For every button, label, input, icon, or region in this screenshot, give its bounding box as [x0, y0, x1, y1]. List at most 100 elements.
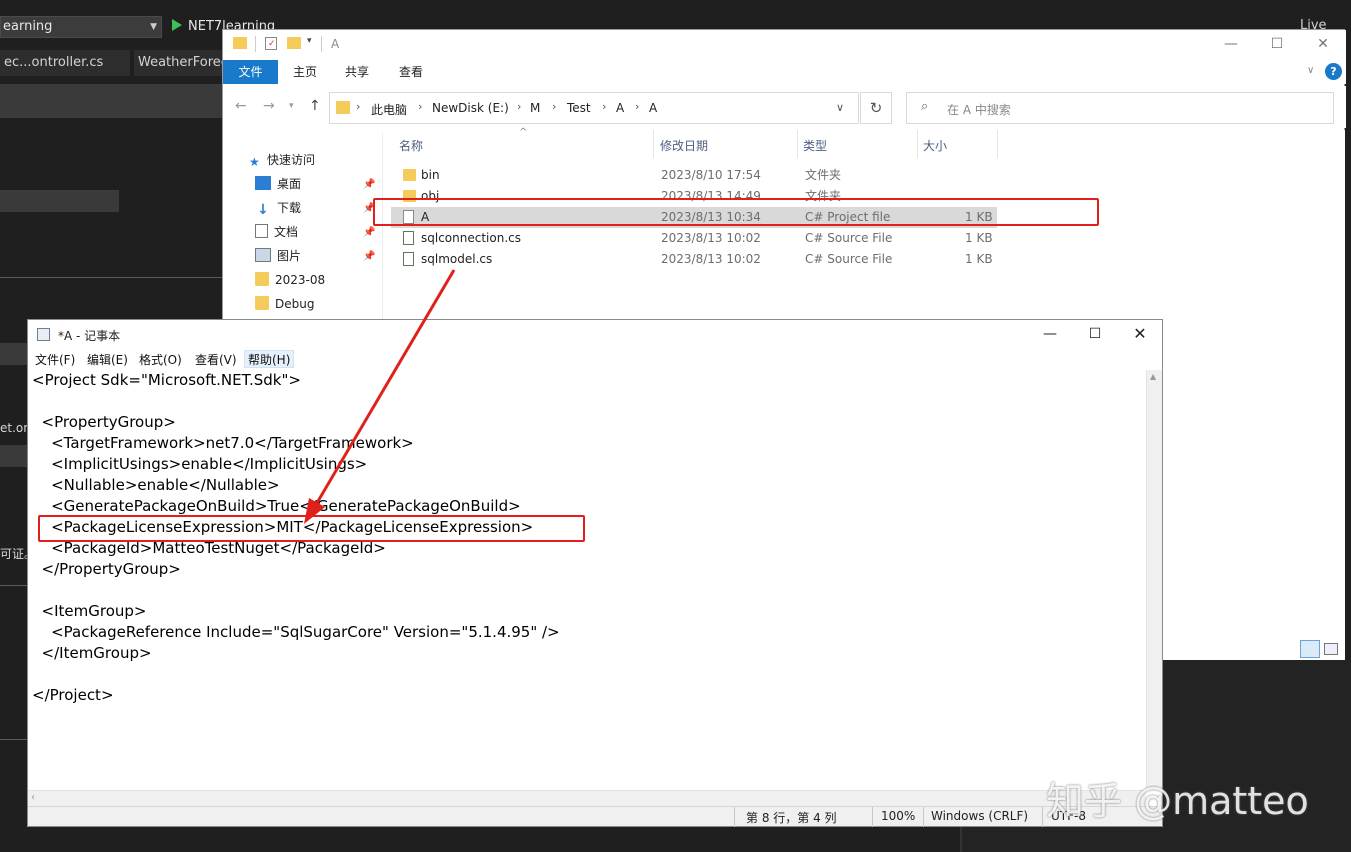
star-icon: ★ — [249, 155, 260, 169]
minimize-button[interactable]: — — [1027, 320, 1073, 350]
text-editor[interactable]: <Project Sdk="Microsoft.NET.Sdk"> <Prope… — [28, 370, 1146, 790]
pin-icon[interactable]: 📌 — [363, 251, 375, 262]
menu-edit[interactable]: 编辑(E) — [84, 351, 131, 369]
file-row-sqlmodel[interactable]: sqlmodel.cs 2023/8/13 10:02 C# Source Fi… — [391, 249, 997, 270]
tab-home[interactable]: 主页 — [283, 60, 327, 84]
scroll-up-icon[interactable]: ▲ — [1150, 372, 1156, 381]
tab-view[interactable]: 查看 — [389, 60, 433, 84]
menu-file[interactable]: 文件(F) — [32, 351, 78, 369]
chevron-down-icon[interactable]: ▾ — [307, 36, 312, 46]
search-input[interactable]: ⌕ 在 A 中搜索 — [906, 92, 1334, 124]
sidebar-item-documents[interactable]: 文档 — [255, 221, 298, 243]
tab-share[interactable]: 共享 — [335, 60, 379, 84]
column-header-size[interactable]: 大小 — [923, 136, 947, 156]
folder-icon — [255, 272, 269, 286]
close-button[interactable]: ✕ — [1300, 30, 1346, 60]
up-arrow-icon[interactable]: ↑ — [309, 98, 321, 114]
pin-icon[interactable]: 📌 — [363, 179, 375, 190]
breadcrumb-a[interactable]: A — [616, 101, 624, 115]
chevron-down-icon[interactable]: ▾ — [289, 101, 294, 111]
column-header-date[interactable]: 修改日期 — [660, 136, 708, 156]
refresh-button[interactable]: ↻ — [860, 92, 892, 124]
menu-format[interactable]: 格式(O) — [136, 351, 185, 369]
new-folder-icon[interactable] — [287, 37, 301, 49]
breadcrumb-newdisk[interactable]: NewDisk (E:) — [432, 101, 509, 115]
tab-controller[interactable]: ec...ontroller.cs — [0, 50, 130, 76]
column-separator[interactable] — [917, 130, 918, 158]
editor-line: <GeneratePackageOnBuild>True</GeneratePa… — [32, 497, 521, 515]
maximize-button[interactable]: ☐ — [1254, 30, 1300, 60]
properties-icon[interactable]: ✓ — [265, 37, 277, 50]
explorer-nav-bar: ← → ▾ ↑ › 此电脑 › NewDisk (E:) › M › Test … — [223, 86, 1346, 128]
sidebar-item-debug[interactable]: Debug — [255, 293, 314, 315]
sidebar-item-desktop[interactable]: 桌面 — [255, 173, 301, 195]
column-header-type[interactable]: 类型 — [803, 136, 827, 156]
sidebar-item-label: 文档 — [274, 225, 299, 239]
divider — [923, 807, 924, 827]
file-size: 1 KB — [965, 231, 993, 245]
cursor-position: 第 8 行，第 4 列 — [746, 811, 837, 825]
sidebar-item-pictures[interactable]: 图片 — [255, 245, 301, 267]
sidebar-item-label: 2023-08 — [275, 273, 326, 287]
watermark: 知乎 @matteo — [1046, 779, 1309, 823]
sidebar-item-label: 快速访问 — [267, 153, 316, 167]
pin-icon[interactable]: 📌 — [363, 227, 375, 238]
highlight-box-csproj — [373, 198, 1099, 226]
chevron-down-icon[interactable]: ∨ — [1307, 65, 1314, 76]
view-toggle — [1300, 640, 1346, 660]
tab-weatherforecast[interactable]: WeatherForec — [134, 50, 222, 76]
editor-line: <Project Sdk="Microsoft.NET.Sdk"> — [32, 371, 301, 389]
sidebar-item-quick-access[interactable]: ★ 快速访问 — [249, 149, 315, 171]
file-row-bin[interactable]: bin 2023/8/10 17:54 文件夹 — [391, 165, 997, 186]
file-row-sqlconnection[interactable]: sqlconnection.cs 2023/8/13 10:02 C# Sour… — [391, 228, 997, 249]
maximize-button[interactable]: ☐ — [1072, 320, 1118, 350]
file-type: C# Source File — [805, 252, 893, 266]
editor-line: <PropertyGroup> — [32, 413, 176, 431]
column-header-name[interactable]: 名称 — [399, 136, 423, 156]
chevron-down-icon[interactable]: ∨ — [836, 101, 844, 114]
editor-line: </ItemGroup> — [32, 644, 152, 662]
menu-help[interactable]: 帮助(H) — [244, 350, 295, 368]
help-icon[interactable]: ? — [1325, 63, 1342, 80]
notepad-icon — [37, 328, 50, 341]
chevron-right-icon: › — [418, 100, 423, 113]
search-icon: ⌕ — [921, 99, 929, 114]
column-separator[interactable] — [797, 130, 798, 158]
divider — [0, 277, 222, 278]
forward-arrow-icon[interactable]: → — [263, 98, 275, 114]
back-arrow-icon[interactable]: ← — [235, 98, 247, 114]
divider — [872, 807, 873, 827]
horizontal-scrollbar[interactable]: ‹ — [28, 790, 1146, 806]
vs-editor-tabs: ec...ontroller.cs WeatherForec — [0, 50, 222, 76]
document-icon — [255, 224, 268, 238]
highlight-box-license — [38, 515, 585, 542]
notepad-title-bar: *A - 记事本 — ☐ ✕ — [28, 320, 1162, 350]
divider — [321, 36, 322, 52]
large-icons-view-icon[interactable] — [1324, 643, 1338, 655]
notepad-menu-bar: 文件(F) 编辑(E) 格式(O) 查看(V) 帮助(H) — [28, 350, 1162, 370]
breadcrumb-a-current[interactable]: A — [649, 101, 657, 115]
details-view-icon[interactable] — [1300, 640, 1320, 658]
column-separator[interactable] — [997, 130, 998, 158]
vertical-scrollbar[interactable]: ▲ — [1146, 370, 1162, 790]
status-bar: 第 8 行，第 4 列 100% Windows (CRLF) UTF-8 — [28, 806, 1162, 827]
breadcrumb-m[interactable]: M — [530, 101, 540, 115]
sidebar-item-downloads[interactable]: ↓ 下载 — [255, 197, 301, 219]
breadcrumb-test[interactable]: Test — [567, 101, 591, 115]
minimize-button[interactable]: — — [1208, 30, 1254, 60]
menu-view[interactable]: 查看(V) — [192, 351, 240, 369]
vs-input-box[interactable] — [0, 190, 119, 212]
scroll-left-icon[interactable]: ‹ — [31, 792, 35, 803]
breadcrumb-this-pc[interactable]: 此电脑 — [371, 101, 407, 118]
close-button[interactable]: ✕ — [1117, 320, 1163, 350]
address-bar[interactable]: › 此电脑 › NewDisk (E:) › M › Test › A › A … — [329, 92, 859, 124]
project-combo[interactable]: earning ▼ — [0, 16, 162, 38]
tab-file[interactable]: 文件 — [223, 60, 278, 84]
chevron-right-icon: › — [517, 100, 522, 113]
tab-label: ec...ontroller.cs — [4, 55, 104, 70]
sidebar-item-label: 下载 — [277, 201, 302, 215]
column-separator[interactable] — [653, 130, 654, 158]
file-date: 2023/8/10 17:54 — [661, 168, 761, 182]
chevron-right-icon: › — [552, 100, 557, 113]
sidebar-item-2023-08[interactable]: 2023-08 — [255, 269, 325, 291]
